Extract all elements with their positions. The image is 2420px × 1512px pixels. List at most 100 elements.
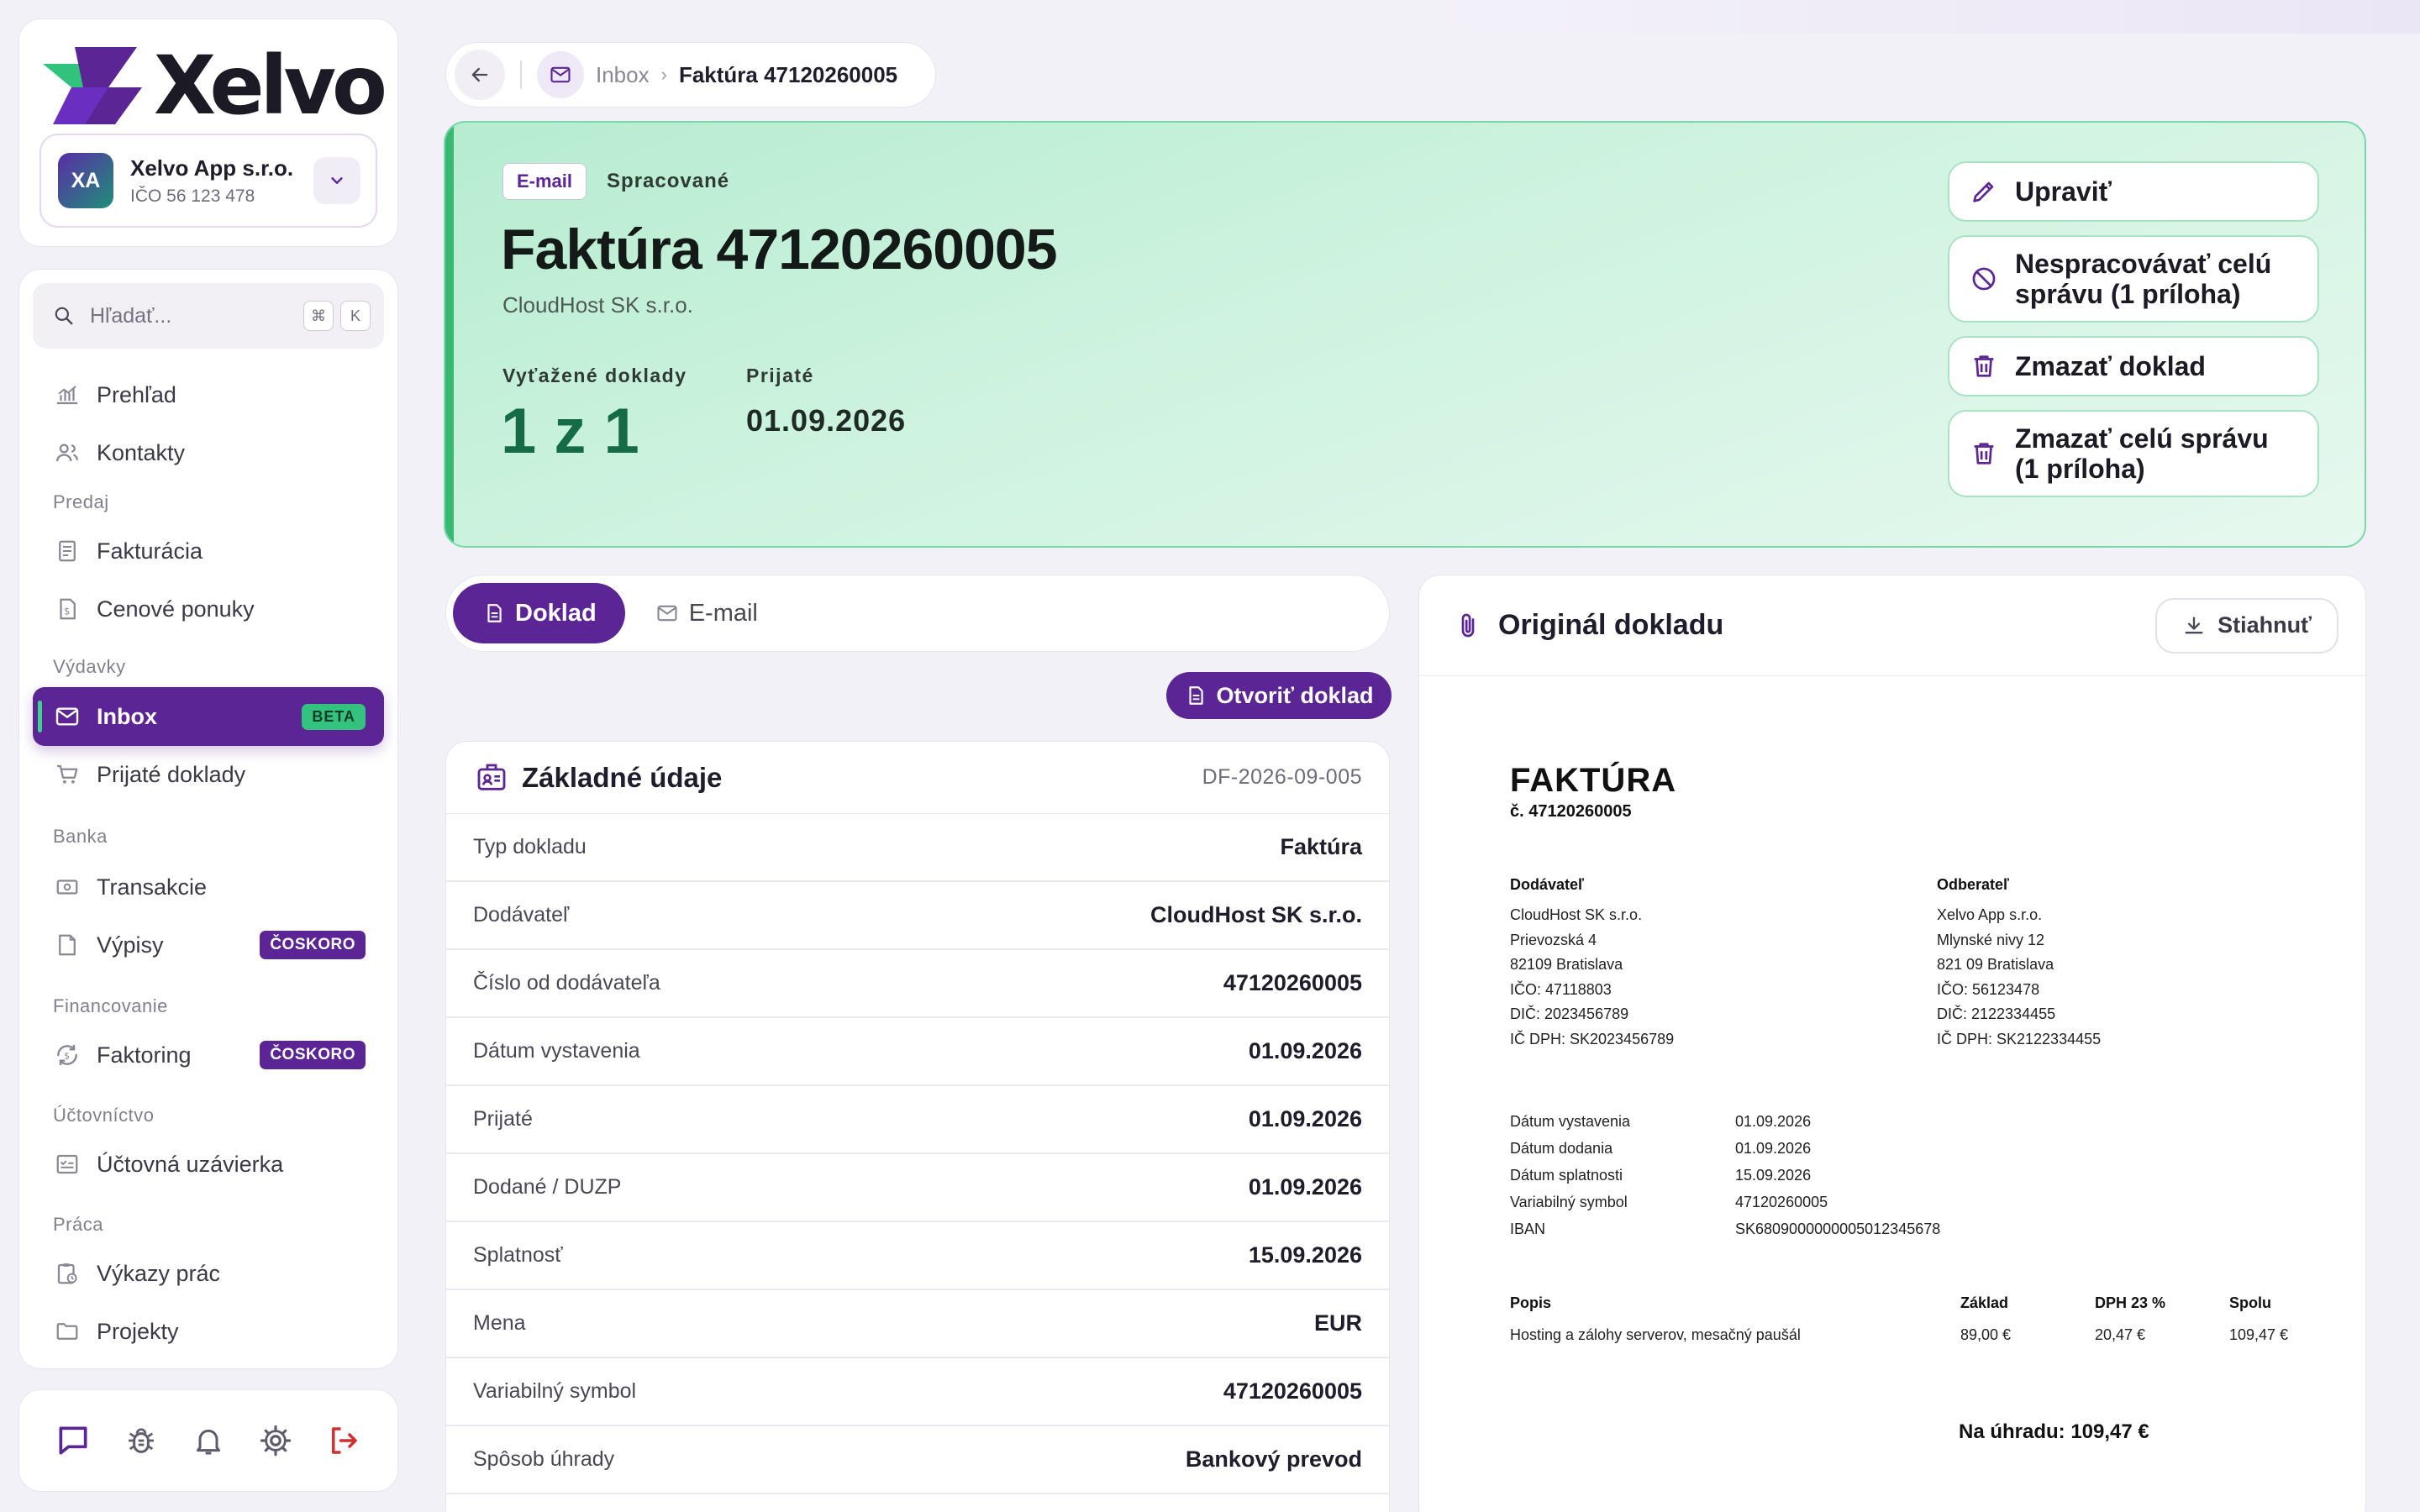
detail-row: Typ dokladu Faktúra xyxy=(446,814,1389,882)
back-button[interactable] xyxy=(455,50,505,100)
section-label-predaj: Predaj xyxy=(53,491,109,512)
sidebar-item-cenove-ponuky[interactable]: $ Cenové ponuky xyxy=(33,580,384,638)
users-icon xyxy=(53,438,82,467)
meta-value: 01.09.2026 xyxy=(1735,1113,1812,1130)
column-header: DPH 23 % xyxy=(2095,1294,2166,1311)
hero-tags: E-mail Spracované xyxy=(502,163,729,200)
bug-icon[interactable] xyxy=(118,1417,165,1464)
edit-button[interactable]: Upraviť xyxy=(1948,161,2319,222)
open-document-button[interactable]: Otvoriť doklad xyxy=(1166,672,1392,719)
sidebar-item-vykazy-prac[interactable]: Výkazy prác xyxy=(33,1244,384,1303)
sidebar-item-inbox[interactable]: Inbox BETA xyxy=(33,687,384,746)
delete-document-button[interactable]: Zmazať doklad xyxy=(1948,336,2319,396)
sidebar-item-prehlad[interactable]: Prehľad xyxy=(33,365,384,424)
detail-label: Typ dokladu xyxy=(473,835,587,858)
chevron-right-icon: › xyxy=(660,64,667,85)
column-header: Základ xyxy=(1960,1294,2009,1311)
detail-row: Mena EUR xyxy=(446,1290,1389,1358)
chevron-down-icon[interactable] xyxy=(313,157,360,204)
customer-line: Mlynské nivy 12 xyxy=(1937,931,2045,948)
detail-row: Prijaté 01.09.2026 xyxy=(446,1086,1389,1154)
do-not-process-label: Nespracovávať celú správu (1 príloha) xyxy=(2015,249,2272,309)
original-document-header: Originál dokladu Stiahnuť xyxy=(1419,575,2365,676)
detail-label: Mena xyxy=(473,1311,526,1335)
amount-due: Na úhradu: 109,47 € xyxy=(1959,1420,2149,1443)
delete-message-label: Zmazať celú správu (1 príloha) xyxy=(2015,423,2269,484)
sidebar-item-prijate-doklady[interactable]: Prijaté doklady xyxy=(33,745,384,804)
detail-value: 47120260005 xyxy=(1223,970,1362,995)
customer-line: 821 09 Bratislava xyxy=(1937,956,2054,973)
detail-row: Dodané / DUZP 01.09.2026 xyxy=(446,1154,1389,1222)
download-button[interactable]: Stiahnuť xyxy=(2155,597,2338,654)
money-icon xyxy=(53,873,82,901)
customer-block: Xelvo App s.r.o. Mlynské nivy 12 821 09 … xyxy=(1937,903,2101,1052)
open-document-label: Otvoriť doklad xyxy=(1216,682,1374,708)
company-info: Xelvo App s.r.o. IČO 56 123 478 xyxy=(130,155,313,207)
sidebar-item-label: Prijaté doklady xyxy=(97,761,246,787)
mail-icon xyxy=(53,702,82,731)
sidebar-item-kontakty[interactable]: Kontakty xyxy=(33,423,384,482)
search-icon xyxy=(53,305,75,327)
received-label: Prijaté xyxy=(746,365,814,386)
tab-doklad[interactable]: Doklad xyxy=(453,583,625,643)
original-document-panel: Originál dokladu Stiahnuť FAKTÚRA č. 471… xyxy=(1418,575,2366,1512)
document-icon xyxy=(1188,686,1203,705)
sidebar-item-label: Fakturácia xyxy=(97,538,203,564)
breadcrumb-inbox-link[interactable]: Inbox xyxy=(596,62,650,88)
tab-email[interactable]: E-mail xyxy=(625,583,786,643)
quote-icon: $ xyxy=(53,595,82,623)
supplier-line: 82109 Bratislava xyxy=(1510,956,1623,973)
sidebar-item-fakturacia[interactable]: Fakturácia xyxy=(33,522,384,580)
section-title: Základné údaje xyxy=(522,761,723,793)
breadcrumb-current: Faktúra 47120260005 xyxy=(678,61,898,87)
sidebar-item-faktoring[interactable]: $ Faktoring ČOSKORO xyxy=(33,1026,384,1084)
detail-value: 47120260005 xyxy=(1223,1378,1362,1404)
meta-value: 47120260005 xyxy=(1735,1194,1828,1210)
detail-value: Bankový prevod xyxy=(1185,1446,1362,1472)
gear-icon[interactable] xyxy=(252,1417,299,1464)
chat-icon[interactable] xyxy=(50,1417,97,1464)
coming-soon-badge: ČOSKORO xyxy=(260,931,366,959)
sidebar-item-uctovna-uzavierka[interactable]: Účtovná uzávierka xyxy=(33,1135,384,1194)
sidebar-item-projekty[interactable]: Projekty xyxy=(33,1302,384,1361)
company-avatar: XA xyxy=(58,153,113,208)
cart-icon xyxy=(53,760,82,789)
meta-value: 15.09.2026 xyxy=(1735,1167,1812,1184)
paperclip-icon xyxy=(1461,613,1475,637)
brand-name: Xelvo xyxy=(154,39,387,133)
shortcut-cmd-key: ⌘ xyxy=(303,301,334,331)
search-input[interactable]: Hľadať... ⌘ K xyxy=(33,283,384,349)
delete-message-button[interactable]: Zmazať celú správu (1 príloha) xyxy=(1948,410,2319,497)
sidebar-item-vypisy[interactable]: Výpisy ČOSKORO xyxy=(33,916,384,974)
supplier-line: IČO: 47118803 xyxy=(1510,980,1612,998)
edit-button-label: Upraviť xyxy=(2015,176,2112,207)
logout-icon[interactable] xyxy=(320,1417,367,1464)
received-value: 01.09.2026 xyxy=(746,403,907,438)
page-title: Faktúra 47120260005 xyxy=(501,218,1058,281)
pencil-icon xyxy=(1970,177,2000,206)
customer-line: IČ DPH: SK2122334455 xyxy=(1937,1030,2102,1047)
do-not-process-button[interactable]: Nespracovávať celú správu (1 príloha) xyxy=(1948,235,2319,323)
document-actions: Upraviť Nespracovávať celú správu (1 prí… xyxy=(1948,161,2319,511)
bell-icon[interactable] xyxy=(185,1417,232,1464)
sidebar-item-transakcie[interactable]: Transakcie xyxy=(33,858,384,916)
beta-badge: BETA xyxy=(302,703,366,730)
sidebar-item-label: Faktoring xyxy=(97,1042,192,1068)
company-ico: IČO 56 123 478 xyxy=(130,186,255,206)
customer-line: IČO: 56123478 xyxy=(1937,980,2040,998)
sidebar-item-label: Účtovná uzávierka xyxy=(97,1151,284,1177)
detail-row: Splatnosť 15.09.2026 xyxy=(446,1222,1389,1290)
company-switcher[interactable]: XA Xelvo App s.r.o. IČO 56 123 478 xyxy=(39,134,377,228)
sidebar-item-label: Transakcie xyxy=(97,874,208,900)
folder-icon xyxy=(53,1317,82,1346)
app-logo[interactable]: Xelvo xyxy=(38,36,387,135)
invoice-preview: FAKTÚRA č. 47120260005 Dodávateľ CloudHo… xyxy=(1419,676,2365,1512)
item-base: 89,00 € xyxy=(1960,1326,2012,1343)
item-vat: 20,47 € xyxy=(2095,1326,2146,1343)
svg-text:$: $ xyxy=(64,1051,70,1062)
chart-icon xyxy=(53,381,82,409)
detail-value: Faktúra xyxy=(1280,834,1362,859)
meta-value: SK6809000000005012345678 xyxy=(1735,1221,1941,1237)
id-card-icon xyxy=(477,764,506,790)
item-total: 109,47 € xyxy=(2229,1326,2289,1343)
